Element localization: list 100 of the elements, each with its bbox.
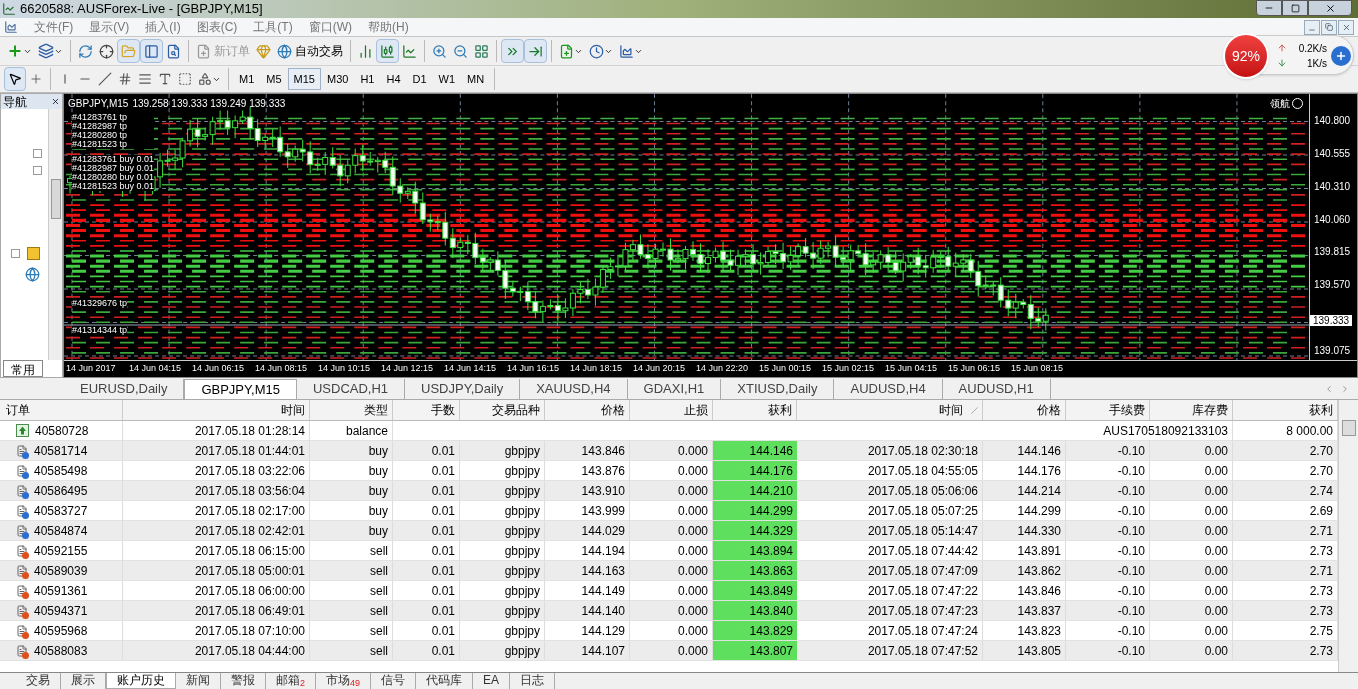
- table-cell: 143.837: [983, 601, 1066, 620]
- timeframe-button[interactable]: H1: [354, 68, 381, 90]
- time-label: 14 Jun 08:15: [254, 362, 309, 376]
- chart-tab[interactable]: GDAXI,H1: [627, 379, 722, 399]
- price-label: 139.570: [1314, 280, 1351, 291]
- auto-scroll-button[interactable]: [501, 39, 524, 63]
- table-cell: gbpjpy: [460, 581, 545, 600]
- close-icon[interactable]: [51, 97, 60, 106]
- tree-expander-icon[interactable]: [11, 249, 20, 258]
- table-cell: -0.10: [1066, 441, 1150, 460]
- terminal-tab[interactable]: 警报: [221, 673, 266, 689]
- restore-icon: [1325, 23, 1333, 31]
- menu-item[interactable]: 插入(I): [137, 18, 189, 36]
- table-cell-text: 40586495: [34, 482, 88, 500]
- order-label: #41283761 tp: [72, 113, 155, 122]
- price-label: 139.815: [1314, 247, 1351, 258]
- column-header[interactable]: 价格: [983, 400, 1066, 420]
- column-header[interactable]: 止损: [630, 400, 713, 420]
- table-cell: 0.00: [1150, 541, 1233, 560]
- timeframe-button[interactable]: M5: [260, 68, 288, 90]
- column-header[interactable]: 价格: [545, 400, 630, 420]
- terminal-tab[interactable]: 交易: [16, 673, 61, 689]
- scrollbar[interactable]: [48, 109, 62, 360]
- scroll-right-icon[interactable]: [1340, 384, 1350, 394]
- indicators-icon: [559, 43, 574, 59]
- timeframe-button[interactable]: D1: [406, 68, 433, 90]
- close-button[interactable]: [1338, 19, 1354, 35]
- table-cell: 2017.05.18 04:55:05: [797, 461, 983, 480]
- table-cell: -0.10: [1066, 561, 1150, 580]
- close-button[interactable]: [1308, 0, 1352, 16]
- download-speed: 1K/s: [1307, 57, 1327, 71]
- scroll-left-icon[interactable]: [1324, 384, 1334, 394]
- chart-tab[interactable]: XTIUSD,Daily: [721, 379, 835, 399]
- candlestick-button[interactable]: [376, 39, 399, 63]
- table-cell: 143.846: [545, 441, 630, 460]
- shapes-icon: [198, 72, 212, 86]
- timeframe-button[interactable]: W1: [432, 68, 462, 90]
- menu-item[interactable]: 帮助(H): [360, 18, 417, 36]
- column-header[interactable]: 交易品种: [460, 400, 545, 420]
- column-header[interactable]: 类型: [310, 400, 393, 420]
- plus-icon: [1335, 50, 1347, 62]
- column-header[interactable]: 手续费: [1066, 400, 1150, 420]
- menu-item[interactable]: 图表(C): [188, 18, 246, 36]
- zoom-in-icon: [432, 43, 447, 59]
- order-label: #41280280 tp: [72, 131, 155, 140]
- take-profit-cell: 143.807: [713, 641, 797, 660]
- terminal-tab[interactable]: 信号: [371, 673, 417, 689]
- column-header[interactable]: 时间: [123, 400, 310, 420]
- chart-tab[interactable]: USDJPY,Daily: [405, 379, 521, 399]
- terminal-tab[interactable]: EA: [473, 673, 511, 689]
- navigator-tab[interactable]: 常用: [3, 360, 43, 377]
- menu-item[interactable]: 显示(V): [81, 18, 138, 36]
- maximize-button[interactable]: [1282, 0, 1308, 16]
- table-cell: 143.846: [983, 581, 1066, 600]
- terminal-tab[interactable]: 日志: [510, 673, 556, 689]
- minimize-button[interactable]: [1256, 0, 1282, 16]
- price-label: 139.075: [1314, 346, 1351, 356]
- scroll-thumb[interactable]: [50, 179, 61, 219]
- table-cell: 0.01: [393, 601, 460, 620]
- table-cell: 0.01: [393, 541, 460, 560]
- chart-tab[interactable]: USDCAD,H1: [296, 379, 406, 399]
- scroll-thumb[interactable]: [1341, 420, 1356, 436]
- scrollbar[interactable]: [1338, 400, 1358, 672]
- time-label: 14 Jun 16:15: [506, 362, 561, 376]
- menu-item[interactable]: 窗口(W): [300, 18, 360, 36]
- chart-tab[interactable]: AUDUSD,H4: [834, 379, 943, 399]
- timeframe-button[interactable]: H4: [380, 68, 407, 90]
- cursor-button[interactable]: [4, 67, 26, 91]
- column-header[interactable]: 手数: [393, 400, 460, 420]
- column-header[interactable]: 订单: [0, 400, 123, 420]
- column-header[interactable]: 库存费: [1150, 400, 1233, 420]
- timeframe-button[interactable]: M30: [320, 68, 355, 90]
- terminal-tab[interactable]: 新闻: [176, 673, 221, 689]
- zoom-out-icon: [453, 43, 468, 59]
- document-icon: [16, 443, 28, 458]
- restore-button[interactable]: [1321, 19, 1337, 35]
- timeframe-button[interactable]: M1: [233, 68, 261, 90]
- table-cell: -0.10: [1066, 621, 1150, 640]
- timeframe-button[interactable]: MN: [461, 68, 491, 90]
- add-button[interactable]: [1331, 46, 1351, 66]
- chart-tab[interactable]: GBPJPY,M15: [184, 379, 297, 399]
- time-label: 14 Jun 12:15: [380, 362, 435, 376]
- panel-icon: [144, 43, 159, 59]
- panel-button[interactable]: [140, 39, 163, 63]
- menu-item[interactable]: 工具(T): [245, 18, 301, 36]
- timeframe-button[interactable]: M15: [287, 68, 321, 90]
- auto-trading-button[interactable]: 自动交易: [274, 39, 346, 63]
- chart-tab[interactable]: XAUUSD,H4: [520, 379, 628, 399]
- menu-item[interactable]: 文件(F): [26, 18, 82, 36]
- table-cell: 2017.05.18 04:44:00: [123, 641, 310, 660]
- take-profit-cell: 143.849: [713, 581, 797, 600]
- minimize-button[interactable]: [1304, 19, 1320, 35]
- take-profit-cell: 143.863: [713, 561, 797, 580]
- terminal-tab[interactable]: 账户历史: [106, 673, 176, 689]
- chart-shift-button[interactable]: [524, 39, 547, 63]
- chart-tab[interactable]: AUDUSD,H1: [942, 379, 1051, 399]
- column-header[interactable]: 获利: [713, 400, 797, 420]
- terminal-tab[interactable]: 代码库: [416, 673, 474, 689]
- document-icon: [16, 623, 28, 638]
- column-header[interactable]: 时间: [797, 400, 983, 420]
